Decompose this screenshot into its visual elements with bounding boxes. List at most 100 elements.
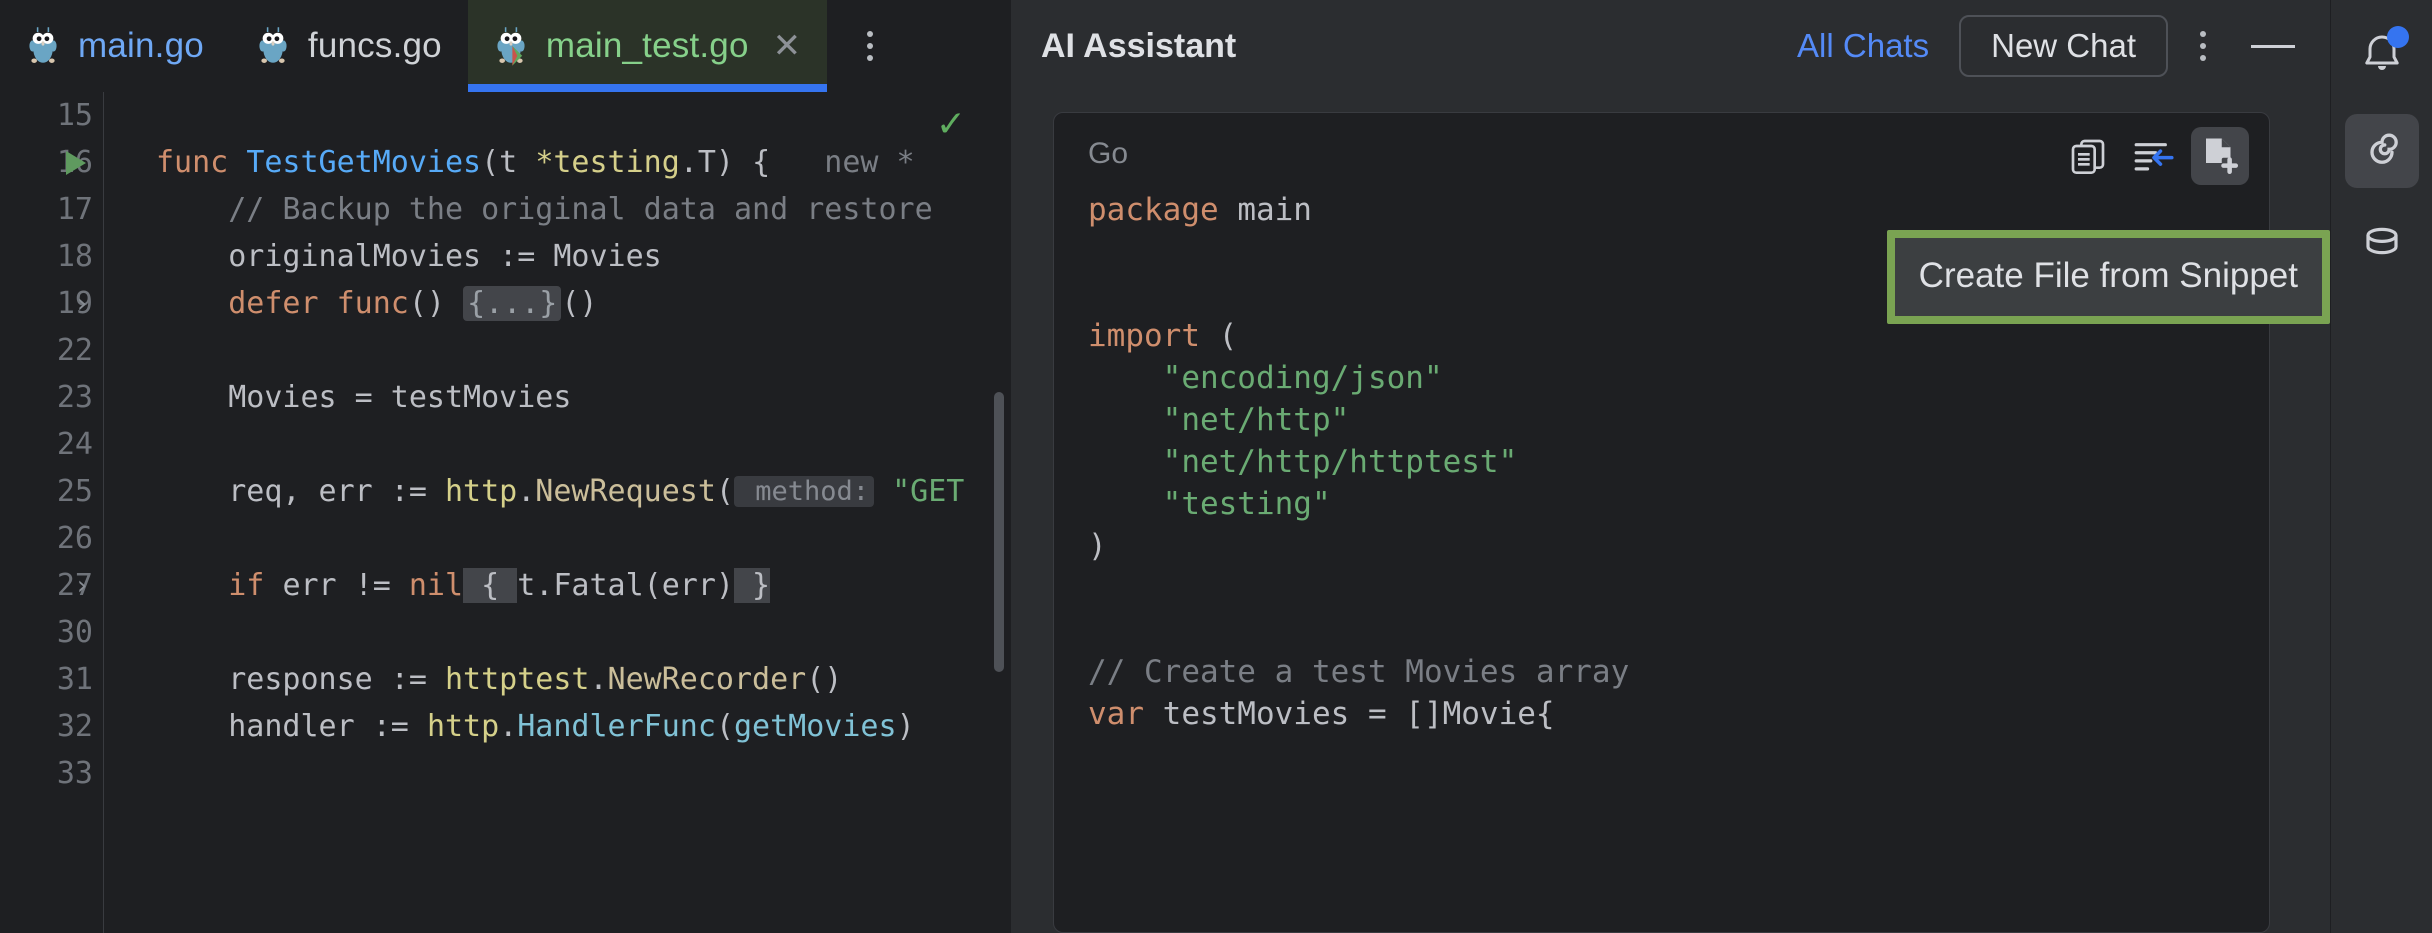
right-tool-strip [2330, 0, 2432, 933]
gutter-line[interactable]: 27› [0, 562, 103, 609]
code-token: originalMovies := Movies [156, 239, 662, 274]
code-token: ( [716, 709, 734, 744]
editor-code-area[interactable]: func TestGetMovies(t *testing.T) { new *… [104, 92, 1010, 933]
code-token: t.Fatal(err) [517, 568, 734, 603]
run-test-icon[interactable] [66, 151, 86, 175]
copy-snippet-button[interactable] [2059, 127, 2117, 185]
code-token: "GET [874, 474, 964, 509]
code-token: func [337, 286, 409, 321]
snippet-code-line: package main [1088, 189, 2269, 231]
line-number: 25 [57, 474, 93, 509]
ai-assistant-spiral-icon [2357, 126, 2407, 176]
editor-tab-label: funcs.go [308, 26, 442, 66]
code-token: method: [734, 476, 874, 507]
code-token: () [806, 662, 842, 697]
gutter-line[interactable]: 23 [0, 374, 103, 421]
snippet-toolbar [2059, 127, 2249, 185]
new-chat-button[interactable]: New Chat [1959, 15, 2168, 77]
code-line[interactable]: if err != nil { t.Fatal(err) } [104, 562, 1010, 609]
code-token: err != [282, 568, 408, 603]
gutter-line[interactable]: 32 [0, 703, 103, 750]
code-token: handler := [156, 709, 427, 744]
code-line[interactable]: handler := http.HandlerFunc(getMovies) [104, 703, 1010, 750]
ai-assistant-body: Go [1011, 92, 2330, 933]
create-file-from-snippet-button[interactable] [2191, 127, 2249, 185]
code-line[interactable]: response := httptest.NewRecorder() [104, 656, 1010, 703]
code-token: . [589, 662, 607, 697]
insert-snippet-button[interactable] [2125, 127, 2183, 185]
editor-tabbar: main.go funcs.go main_test.go✕ [0, 0, 1010, 92]
code-token: http [445, 474, 517, 509]
gutter-line[interactable]: 18 [0, 233, 103, 280]
gutter-line[interactable]: 33 [0, 750, 103, 797]
close-icon[interactable]: ✕ [773, 29, 802, 63]
code-line[interactable]: req, err := http.NewRequest( method: "GE… [104, 468, 1010, 515]
snippet-code-line: "net/http/httptest" [1088, 441, 2269, 483]
ai-more-options-button[interactable] [2168, 31, 2238, 61]
code-line[interactable] [104, 515, 1010, 562]
go-gopher-icon [26, 25, 60, 67]
editor-tab-main-go[interactable]: main.go [0, 0, 230, 92]
gutter-line[interactable]: 22 [0, 327, 103, 374]
editor-tab-main_test-go[interactable]: main_test.go✕ [468, 0, 827, 92]
code-line[interactable] [104, 421, 1010, 468]
ai-assistant-strip-button[interactable] [2345, 114, 2419, 188]
code-token: .T) [680, 145, 752, 180]
go-gopher-icon [256, 25, 290, 67]
gutter-line[interactable]: 30 [0, 609, 103, 656]
code-token: (t [481, 145, 535, 180]
gutter-line[interactable]: 16 [0, 139, 103, 186]
code-line[interactable]: // Backup the original data and restore [104, 186, 1010, 233]
inspection-status-icon[interactable]: ✓ [936, 106, 966, 142]
gutter-line[interactable]: 31 [0, 656, 103, 703]
line-number: 26 [57, 521, 93, 556]
ai-assistant-pane: AI Assistant All Chats New Chat Go [1010, 0, 2330, 933]
code-line[interactable]: originalMovies := Movies [104, 233, 1010, 280]
code-token: // Backup the original data and restore [156, 192, 933, 227]
line-number: 31 [57, 662, 93, 697]
notifications-bell-button[interactable] [2345, 18, 2419, 92]
code-line[interactable] [104, 750, 1010, 797]
database-strip-button[interactable] [2345, 210, 2419, 284]
code-token: defer [156, 286, 337, 321]
editor-scrollbar[interactable] [994, 392, 1004, 672]
database-icon [2358, 223, 2406, 271]
code-line[interactable] [104, 609, 1010, 656]
code-token: () [409, 286, 463, 321]
all-chats-link[interactable]: All Chats [1797, 27, 1929, 65]
code-token: testMovies = []Movie{ [1163, 696, 1555, 732]
line-number: 33 [57, 756, 93, 791]
code-token: "net/http" [1088, 402, 1349, 438]
line-number: 30 [57, 615, 93, 650]
gutter-line[interactable]: 25 [0, 468, 103, 515]
snippet-code-line [1088, 567, 2269, 609]
gutter-line[interactable]: 19› [0, 280, 103, 327]
gutter-line[interactable]: 17 [0, 186, 103, 233]
code-line[interactable]: Movies = testMovies [104, 374, 1010, 421]
gutter-line[interactable]: 24 [0, 421, 103, 468]
chevron-right-icon[interactable]: › [74, 291, 90, 317]
editor-tab-funcs-go[interactable]: funcs.go [230, 0, 468, 92]
code-line[interactable] [104, 327, 1010, 374]
code-token: "net/http/httptest" [1088, 444, 1517, 480]
editor-gutter[interactable]: 1516171819›222324 25 26 27› 30 31 32 33 [0, 92, 104, 933]
code-line[interactable]: defer func() {...}() [104, 280, 1010, 327]
gutter-line[interactable]: 15 [0, 92, 103, 139]
code-token: *testing [535, 145, 680, 180]
code-token: NewRecorder [608, 662, 807, 697]
snippet-code-line: "testing" [1088, 483, 2269, 525]
code-token: {...} [463, 286, 561, 321]
ai-minimize-button[interactable] [2238, 45, 2308, 48]
code-token: http [427, 709, 499, 744]
code-token: ) [897, 709, 915, 744]
code-token: "encoding/json" [1088, 360, 1443, 396]
code-line[interactable]: func TestGetMovies(t *testing.T) { new * [104, 139, 1010, 186]
snippet-code-line: ) [1088, 525, 2269, 567]
editor-tabs-more-button[interactable] [827, 0, 913, 92]
go-gopher-icon [494, 25, 528, 67]
new-file-marker: new * [770, 145, 915, 180]
chevron-right-icon[interactable]: › [74, 573, 90, 599]
code-line[interactable] [104, 92, 1010, 139]
code-token: // Create a test Movies array [1088, 654, 1629, 690]
gutter-line[interactable]: 26 [0, 515, 103, 562]
